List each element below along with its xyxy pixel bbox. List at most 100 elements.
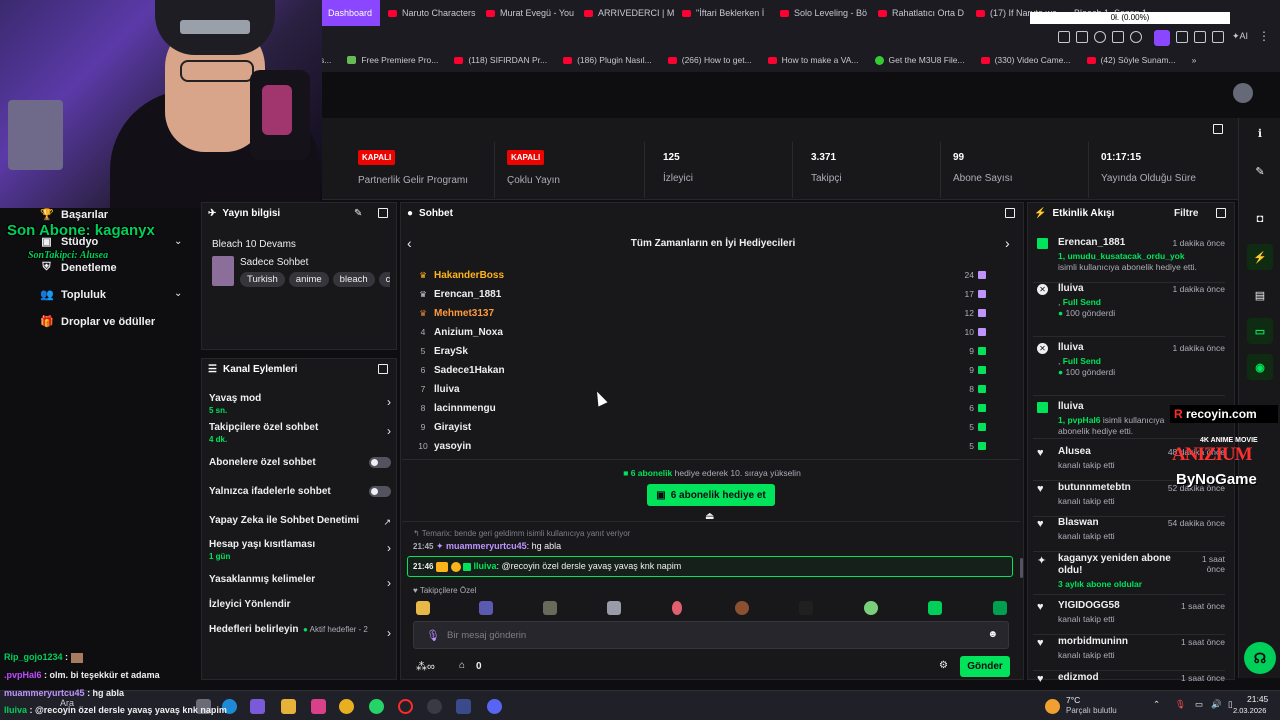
microphone-icon[interactable]: 🎙 bbox=[426, 629, 440, 642]
emote[interactable] bbox=[799, 601, 813, 615]
emote[interactable] bbox=[416, 601, 430, 615]
kick-extension-icon[interactable] bbox=[1154, 30, 1170, 46]
discord-icon[interactable] bbox=[487, 699, 502, 714]
extension-icon[interactable] bbox=[1076, 31, 1088, 43]
send-button[interactable]: Gönder bbox=[960, 656, 1010, 677]
popout-icon[interactable] bbox=[378, 364, 388, 374]
menu-icon[interactable]: ⋮ bbox=[1258, 29, 1270, 43]
network-icon[interactable]: ▭ bbox=[1195, 699, 1203, 710]
emote[interactable] bbox=[735, 601, 749, 615]
broadcast-icon[interactable]: ◉ bbox=[1247, 354, 1273, 380]
chat-scrollbar[interactable] bbox=[1020, 558, 1023, 578]
popout-icon[interactable] bbox=[1216, 208, 1226, 218]
extension-icon[interactable] bbox=[1058, 31, 1070, 43]
ai-moderation-action[interactable]: Yapay Zeka ile Sohbet Denetimi ↗ bbox=[209, 515, 391, 527]
chevron-down-icon[interactable]: ⌄ bbox=[174, 288, 182, 299]
sidebar-item-achievements[interactable]: 🏆 Başarılar bbox=[40, 208, 108, 222]
avatar[interactable] bbox=[1233, 83, 1253, 103]
emote[interactable] bbox=[928, 601, 942, 615]
chat-icon[interactable]: ▭ bbox=[1247, 318, 1273, 344]
tab-naruto[interactable]: Naruto Characters bbox=[380, 0, 478, 26]
bolt-icon[interactable]: ⚡ bbox=[1247, 244, 1273, 270]
camera-icon[interactable]: ◘ bbox=[1253, 212, 1267, 226]
tab-rahatlatici[interactable]: Rahatlatıcı Orta D bbox=[870, 0, 968, 26]
popout-icon[interactable] bbox=[1213, 124, 1223, 134]
heart-icon[interactable] bbox=[1130, 31, 1142, 43]
instagram-icon[interactable] bbox=[311, 699, 326, 714]
popout-icon[interactable] bbox=[378, 208, 388, 218]
bookmark-item[interactable]: Free Premiere Pro... bbox=[347, 55, 438, 65]
popout-icon[interactable] bbox=[1005, 208, 1015, 218]
bookmark-item[interactable]: Get the M3U8 File... bbox=[874, 55, 965, 65]
tag[interactable]: c bbox=[378, 272, 390, 287]
bookmarks-overflow-icon[interactable]: » bbox=[1192, 55, 1197, 65]
clock-date[interactable]: 2.03.2026 bbox=[1233, 706, 1266, 715]
banned-words-action[interactable]: Yasaklanmış kelimeler › bbox=[209, 574, 391, 590]
emote[interactable] bbox=[479, 601, 493, 615]
sidebar-item-community[interactable]: 👥 Topluluk bbox=[40, 288, 106, 302]
followers-only-action[interactable]: Takipçilere özel sohbet 4 dk. › bbox=[209, 422, 391, 444]
battery-icon[interactable]: ▯ bbox=[1228, 699, 1233, 710]
emoji-icon[interactable]: ☻ bbox=[987, 629, 998, 640]
tab-murat[interactable]: Murat Evegü - You bbox=[478, 0, 576, 26]
bookmark-item[interactable]: How to make a VA... bbox=[767, 55, 859, 65]
sidebar-item-moderation[interactable]: ⛨ Denetleme bbox=[40, 261, 116, 274]
opera-icon[interactable] bbox=[398, 699, 413, 714]
tab-dashboard[interactable]: Dashboard bbox=[320, 0, 380, 26]
shield-icon[interactable] bbox=[1094, 31, 1106, 43]
edit-icon[interactable]: ✎ bbox=[1253, 164, 1267, 178]
tab-solo-leveling[interactable]: Solo Leveling - Bö bbox=[772, 0, 870, 26]
emote[interactable] bbox=[672, 601, 682, 615]
emote[interactable] bbox=[993, 601, 1007, 615]
chrome-icon[interactable] bbox=[339, 699, 354, 714]
filter-button[interactable]: Filtre bbox=[1174, 208, 1198, 219]
tab-iftari[interactable]: "İftari Beklerken İ bbox=[674, 0, 772, 26]
tab-arrivederci[interactable]: ARRIVEDERCI | M bbox=[576, 0, 674, 26]
info-icon[interactable]: ℹ bbox=[1253, 126, 1267, 140]
bookmark-item[interactable]: (186) Plugin Nasıl... bbox=[563, 55, 652, 65]
stream-category[interactable]: Sadece Sohbet bbox=[240, 257, 308, 268]
whatsapp-icon[interactable] bbox=[369, 699, 384, 714]
extension-icon[interactable] bbox=[1194, 31, 1206, 43]
account-age-action[interactable]: Hesap yaşı kısıtlaması 1 gün › bbox=[209, 539, 391, 561]
bookmark-item[interactable]: (42) Söyle Sunam... bbox=[1086, 55, 1176, 65]
tag[interactable]: anime bbox=[288, 272, 329, 287]
obs-icon[interactable] bbox=[427, 699, 442, 714]
store-icon[interactable]: ⌂ bbox=[459, 660, 465, 671]
chat-input[interactable]: 🎙 Bir mesaj gönderin ☻ bbox=[413, 621, 1009, 649]
tag[interactable]: Turkish bbox=[240, 272, 285, 287]
emote[interactable] bbox=[607, 601, 621, 615]
chevron-right-icon[interactable]: › bbox=[1005, 235, 1010, 251]
tray-expand-icon[interactable]: ⌃ bbox=[1153, 699, 1160, 710]
goals-action[interactable]: Hedefleri belirleyin ● Aktif hedefler - 2… bbox=[209, 624, 391, 640]
download-icon[interactable] bbox=[1212, 31, 1224, 43]
bookmark-item[interactable]: (266) How to get... bbox=[667, 55, 752, 65]
gear-icon[interactable]: ⚙ bbox=[939, 660, 948, 671]
star-icon: ✦ bbox=[1037, 555, 1047, 567]
emote[interactable] bbox=[543, 601, 557, 615]
steam-icon[interactable] bbox=[456, 699, 471, 714]
chevron-down-icon[interactable]: ⌄ bbox=[174, 236, 182, 247]
loyalty-icon[interactable]: ⁂∞ bbox=[416, 660, 435, 673]
volume-icon[interactable]: 🔊 bbox=[1211, 699, 1222, 710]
clock-time[interactable]: 21:45 bbox=[1247, 694, 1268, 704]
folder-icon[interactable] bbox=[281, 699, 296, 714]
subscribers-only-toggle[interactable] bbox=[369, 457, 391, 468]
sidebar-item-drops[interactable]: 🎁 Droplar ve ödüller bbox=[40, 315, 155, 329]
host-action[interactable]: İzleyici Yönlendir bbox=[209, 599, 389, 610]
emotes-only-toggle[interactable] bbox=[369, 486, 391, 497]
page-icon[interactable]: ▤ bbox=[1253, 288, 1267, 302]
slow-mode-action[interactable]: Yavaş mod 5 sn. › bbox=[209, 393, 391, 415]
bookmark-icon[interactable] bbox=[1112, 31, 1124, 43]
gift-subs-button[interactable]: ▣ 6 abonelik hediye et bbox=[647, 484, 775, 506]
puzzle-icon[interactable] bbox=[1176, 31, 1188, 43]
emote[interactable] bbox=[864, 601, 878, 615]
mic-tray-icon[interactable]: 🎙 bbox=[1175, 699, 1186, 710]
ai-icon[interactable]: ✦AI bbox=[1232, 31, 1248, 42]
app-icon[interactable] bbox=[250, 699, 265, 714]
bookmark-item[interactable]: (330) Video Came... bbox=[980, 55, 1071, 65]
tag[interactable]: bleach bbox=[332, 272, 375, 287]
bookmark-item[interactable]: (118) SIFIRDAN Pr... bbox=[454, 55, 547, 65]
edit-icon[interactable]: ✎ bbox=[354, 208, 362, 219]
support-icon[interactable]: ☊ bbox=[1244, 642, 1276, 674]
